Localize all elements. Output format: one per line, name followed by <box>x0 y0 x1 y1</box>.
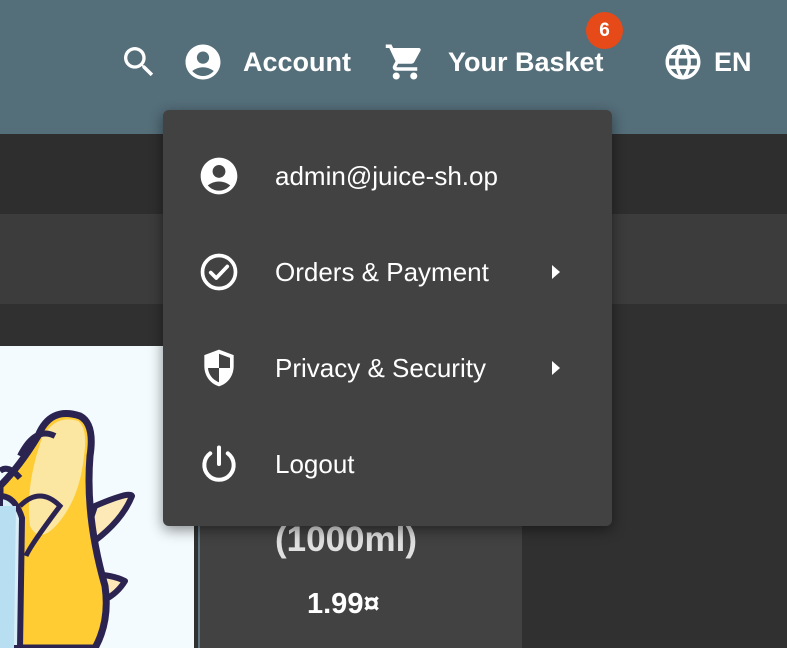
chevron-right-icon <box>552 265 560 279</box>
account-button[interactable]: Account <box>182 40 351 84</box>
account-menu: admin@juice-sh.op Orders & Payment Priva… <box>163 110 612 526</box>
language-button[interactable]: EN <box>662 40 752 84</box>
language-label: EN <box>714 46 752 77</box>
check-circle-icon <box>200 253 238 291</box>
menu-item-privacy-security[interactable]: Privacy & Security <box>163 320 612 416</box>
account-circle-icon <box>185 44 221 80</box>
menu-item-label: Privacy & Security <box>275 352 486 383</box>
power-icon <box>202 445 236 482</box>
chevron-right-icon <box>552 361 560 375</box>
menu-item-label: Orders & Payment <box>275 256 489 287</box>
basket-count-badge: 6 <box>586 12 623 49</box>
shopping-cart-icon <box>385 44 421 80</box>
globe-icon <box>665 44 701 80</box>
account-circle-icon <box>200 157 238 195</box>
menu-item-orders-payment[interactable]: Orders & Payment <box>163 224 612 320</box>
menu-item-user-email[interactable]: admin@juice-sh.op <box>163 128 612 224</box>
product-name: (1000ml) <box>275 520 418 559</box>
search-button[interactable] <box>118 42 160 82</box>
menu-item-label: Logout <box>275 448 355 479</box>
menu-item-logout[interactable]: Logout <box>163 416 612 512</box>
account-label: Account <box>243 46 351 77</box>
menu-item-label: admin@juice-sh.op <box>275 160 498 191</box>
shield-icon <box>204 349 234 387</box>
search-icon <box>124 47 154 77</box>
product-price: 1.99¤ <box>307 588 380 620</box>
basket-label: Your Basket <box>448 46 604 77</box>
basket-button[interactable]: Your Basket <box>384 40 604 84</box>
